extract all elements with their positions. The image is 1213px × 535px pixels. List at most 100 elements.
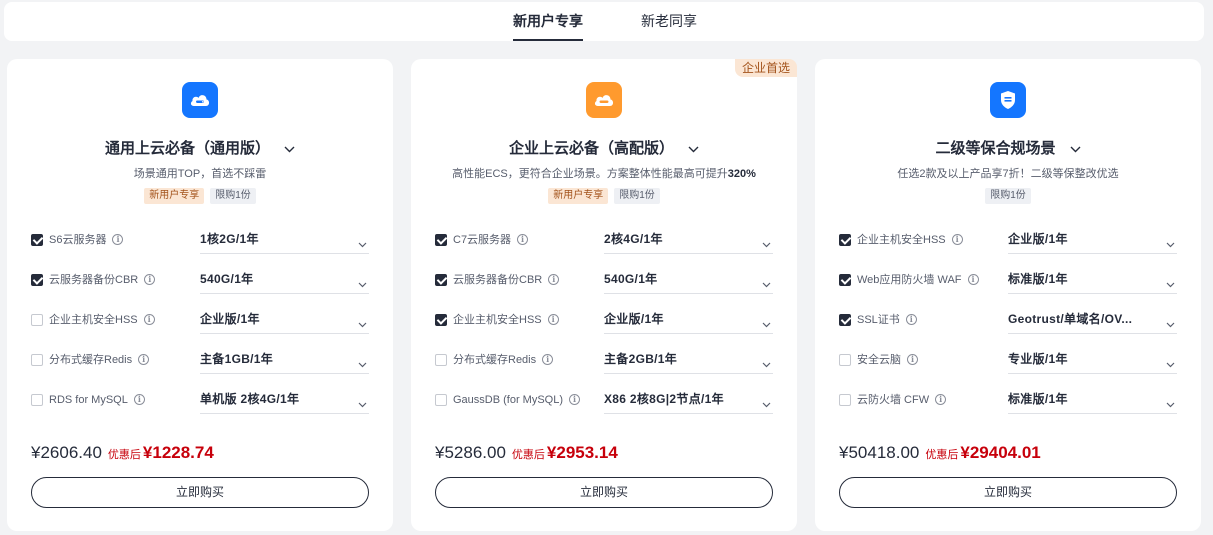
shield-icon — [990, 82, 1026, 118]
chevron-down-icon — [762, 355, 771, 373]
info-icon[interactable]: i — [569, 393, 581, 405]
spec-select[interactable]: 主备1GB/1年 — [200, 348, 369, 374]
option-row: 云服务器备份CBR i 540G/1年 — [31, 268, 369, 294]
option-name: S6云服务器 — [49, 234, 107, 246]
info-icon[interactable]: i — [112, 233, 124, 245]
spec-select[interactable]: 2核4G/1年 — [604, 228, 773, 254]
buy-now-button[interactable]: 立即购买 — [31, 477, 369, 508]
info-icon[interactable]: i — [967, 273, 979, 285]
package-card-general: 通用上云必备（通用版） 场景通用TOP，首选不踩雷 新用户专享 限购1份 S6云服… — [7, 59, 393, 531]
option-name: 分布式缓存Redis — [49, 354, 133, 366]
original-price: ¥5286.00 — [435, 443, 506, 462]
chevron-down-icon — [358, 235, 367, 253]
info-icon[interactable]: i — [542, 353, 554, 365]
info-icon[interactable]: i — [548, 273, 560, 285]
recommended-badge: 企业首选 — [734, 59, 797, 77]
final-price: ¥29404.01 — [960, 443, 1041, 462]
checkbox[interactable] — [31, 274, 43, 286]
checkbox[interactable] — [31, 234, 43, 246]
chevron-down-icon — [762, 275, 771, 293]
option-row: 企业主机安全HSS i 企业版/1年 — [435, 308, 773, 334]
checkbox[interactable] — [839, 234, 851, 246]
option-row: 安全云脑 i 专业版/1年 — [839, 348, 1177, 374]
spec-select[interactable]: 标准版/1年 — [1008, 388, 1177, 414]
spec-select[interactable]: 标准版/1年 — [1008, 268, 1177, 294]
checkbox[interactable] — [31, 354, 43, 366]
spec-select[interactable]: X86 2核8G|2节点/1年 — [604, 388, 773, 414]
buy-now-button[interactable]: 立即购买 — [435, 477, 773, 508]
limit-tag: 限购1份 — [210, 188, 256, 204]
card-title[interactable]: 二级等保合规场景 — [815, 139, 1201, 159]
spec-select[interactable]: 540G/1年 — [604, 268, 773, 294]
spec-select[interactable]: 企业版/1年 — [604, 308, 773, 334]
spec-select[interactable]: 主备2GB/1年 — [604, 348, 773, 374]
checkbox[interactable] — [435, 394, 447, 406]
option-name: 云服务器备份CBR — [453, 274, 543, 286]
checkbox[interactable] — [31, 394, 43, 406]
tab-all-users[interactable]: 新老同享 — [641, 2, 697, 41]
checkbox[interactable] — [435, 314, 447, 326]
info-icon[interactable]: i — [517, 233, 529, 245]
option-name: SSL证书 — [857, 314, 900, 326]
buy-now-button[interactable]: 立即购买 — [839, 477, 1177, 508]
final-price: ¥1228.74 — [142, 443, 214, 462]
checkbox[interactable] — [839, 314, 851, 326]
limit-tag: 限购1份 — [985, 188, 1031, 204]
option-row: 分布式缓存Redis i 主备1GB/1年 — [31, 348, 369, 374]
limit-tag: 限购1份 — [614, 188, 660, 204]
chevron-down-icon — [1166, 235, 1175, 253]
checkbox[interactable] — [839, 394, 851, 406]
card-title[interactable]: 通用上云必备（通用版） — [7, 139, 393, 159]
info-icon[interactable]: i — [547, 313, 559, 325]
chevron-down-icon — [358, 315, 367, 333]
info-icon[interactable]: i — [905, 313, 917, 325]
new-user-tag: 新用户专享 — [144, 188, 205, 204]
chevron-down-icon — [1166, 315, 1175, 333]
checkbox[interactable] — [435, 274, 447, 286]
option-name: 企业主机安全HSS — [857, 234, 946, 246]
spec-select[interactable]: 540G/1年 — [200, 268, 369, 294]
card-title[interactable]: 企业上云必备（高配版） — [411, 139, 797, 159]
option-row: 云防火墙 CFW i 标准版/1年 — [839, 388, 1177, 414]
price-row: ¥2606.40 优惠后 ¥1228.74 — [31, 443, 214, 465]
card-subtitle: 任选2款及以上产品享7折！二级等保整改优选 — [897, 168, 1119, 180]
spec-select[interactable]: 企业版/1年 — [200, 308, 369, 334]
tab-bar: 新用户专享 新老同享 — [4, 2, 1204, 41]
spec-select[interactable]: Geotrust/单域名/OV... — [1008, 308, 1177, 334]
option-name: 企业主机安全HSS — [453, 314, 542, 326]
option-row: 企业主机安全HSS i 企业版/1年 — [31, 308, 369, 334]
chevron-down-icon — [358, 395, 367, 413]
tab-new-users[interactable]: 新用户专享 — [513, 2, 583, 41]
chevron-down-icon — [358, 355, 367, 373]
option-row: RDS for MySQL i 单机版 2核4G/1年 — [31, 388, 369, 414]
spec-select[interactable]: 1核2G/1年 — [200, 228, 369, 254]
option-name: GaussDB (for MySQL) — [453, 394, 564, 406]
option-name: RDS for MySQL — [49, 394, 128, 406]
checkbox[interactable] — [839, 354, 851, 366]
original-price: ¥2606.40 — [31, 443, 102, 462]
spec-select[interactable]: 专业版/1年 — [1008, 348, 1177, 374]
final-price: ¥2953.14 — [546, 443, 618, 462]
option-row: C7云服务器 i 2核4G/1年 — [435, 228, 773, 254]
info-icon[interactable]: i — [935, 393, 947, 405]
original-price: ¥50418.00 — [839, 443, 920, 462]
option-name: Web应用防火墙 WAF — [857, 274, 962, 286]
info-icon[interactable]: i — [951, 233, 963, 245]
checkbox[interactable] — [31, 314, 43, 326]
chevron-down-icon — [762, 395, 771, 413]
info-icon[interactable]: i — [133, 393, 145, 405]
info-icon[interactable]: i — [143, 313, 155, 325]
option-name: 企业主机安全HSS — [49, 314, 138, 326]
option-row: 分布式缓存Redis i 主备2GB/1年 — [435, 348, 773, 374]
checkbox[interactable] — [435, 234, 447, 246]
spec-select[interactable]: 单机版 2核4G/1年 — [200, 388, 369, 414]
info-icon[interactable]: i — [144, 273, 156, 285]
spec-select[interactable]: 企业版/1年 — [1008, 228, 1177, 254]
card-subtitle: 场景通用TOP，首选不踩雷 — [133, 168, 267, 180]
checkbox[interactable] — [435, 354, 447, 366]
package-card-compliance: 二级等保合规场景 任选2款及以上产品享7折！二级等保整改优选 限购1份 企业主机… — [815, 59, 1201, 531]
info-icon[interactable]: i — [138, 353, 150, 365]
price-row: ¥5286.00 优惠后 ¥2953.14 — [435, 443, 618, 465]
checkbox[interactable] — [839, 274, 851, 286]
info-icon[interactable]: i — [907, 353, 918, 365]
